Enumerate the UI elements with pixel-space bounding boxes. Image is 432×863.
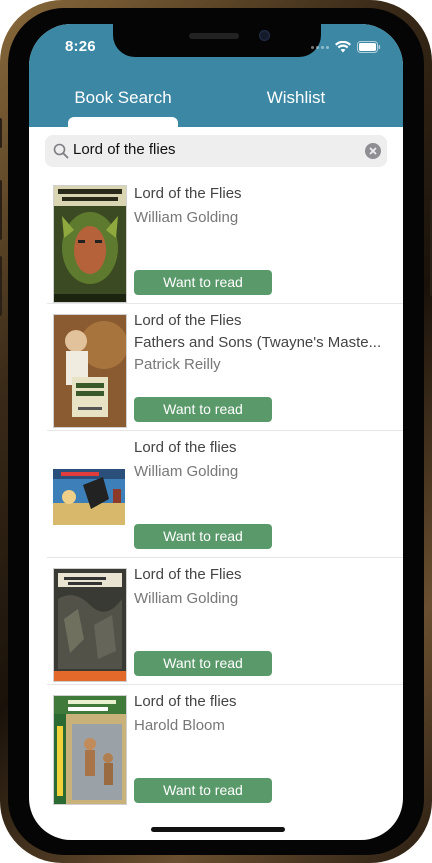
action-button [0, 118, 2, 148]
book-title: Lord of the flies [134, 439, 237, 456]
cellular-signal-icon [311, 45, 329, 49]
result-row[interactable]: Lord of the Flies Fathers and Sons (Tway… [29, 304, 403, 431]
book-title: Lord of the Flies [134, 185, 242, 202]
search-input[interactable]: Lord of the flies [73, 141, 176, 158]
status-indicators [311, 41, 381, 53]
want-to-read-button[interactable]: Want to read [134, 270, 272, 295]
result-row[interactable]: Lord of the flies Harold Bloom Want to r… [29, 685, 403, 812]
want-to-read-button[interactable]: Want to read [134, 651, 272, 676]
want-to-read-button[interactable]: Want to read [134, 524, 272, 549]
result-row[interactable]: Lord of the flies William Golding Want t… [29, 431, 403, 558]
notch [113, 24, 321, 57]
book-author: Harold Bloom [134, 717, 225, 734]
phone-frame: 8:26 Book Search Wishlist Lord of the fl… [0, 0, 432, 863]
app-screen: 8:26 Book Search Wishlist Lord of the fl… [29, 24, 403, 840]
book-title: Lord of the Flies [134, 566, 242, 583]
book-subtitle: Fathers and Sons (Twayne's Maste... [134, 334, 382, 351]
want-to-read-button[interactable]: Want to read [134, 778, 272, 803]
tab-book-search[interactable]: Book Search [68, 88, 178, 108]
book-cover-image [53, 185, 127, 303]
home-indicator[interactable] [151, 827, 285, 832]
magnifier-icon [53, 143, 69, 159]
book-cover-image [53, 314, 127, 428]
book-author: Patrick Reilly [134, 356, 221, 373]
battery-icon [357, 41, 381, 53]
wifi-icon [335, 41, 351, 53]
book-author: William Golding [134, 590, 239, 607]
book-cover-image [53, 469, 125, 525]
volume-up-button [0, 180, 2, 240]
book-title: Lord of the Flies [134, 312, 242, 329]
app-header: 8:26 Book Search Wishlist [29, 24, 403, 127]
front-camera [259, 30, 270, 41]
active-tab-indicator [68, 117, 178, 127]
volume-down-button [0, 256, 2, 316]
book-author: William Golding [134, 209, 239, 226]
book-cover-image [53, 695, 127, 805]
result-row[interactable]: Lord of the Flies William Golding Want t… [29, 177, 403, 304]
book-cover-image [53, 568, 127, 682]
clear-circle-icon[interactable] [365, 143, 381, 159]
search-bar[interactable]: Lord of the flies [45, 135, 387, 167]
speaker-grille [189, 33, 239, 39]
want-to-read-button[interactable]: Want to read [134, 397, 272, 422]
book-title: Lord of the flies [134, 693, 237, 710]
status-time: 8:26 [65, 38, 96, 55]
result-row[interactable]: Lord of the Flies William Golding Want t… [29, 558, 403, 685]
book-author: William Golding [134, 463, 239, 480]
tab-wishlist[interactable]: Wishlist [241, 88, 351, 108]
